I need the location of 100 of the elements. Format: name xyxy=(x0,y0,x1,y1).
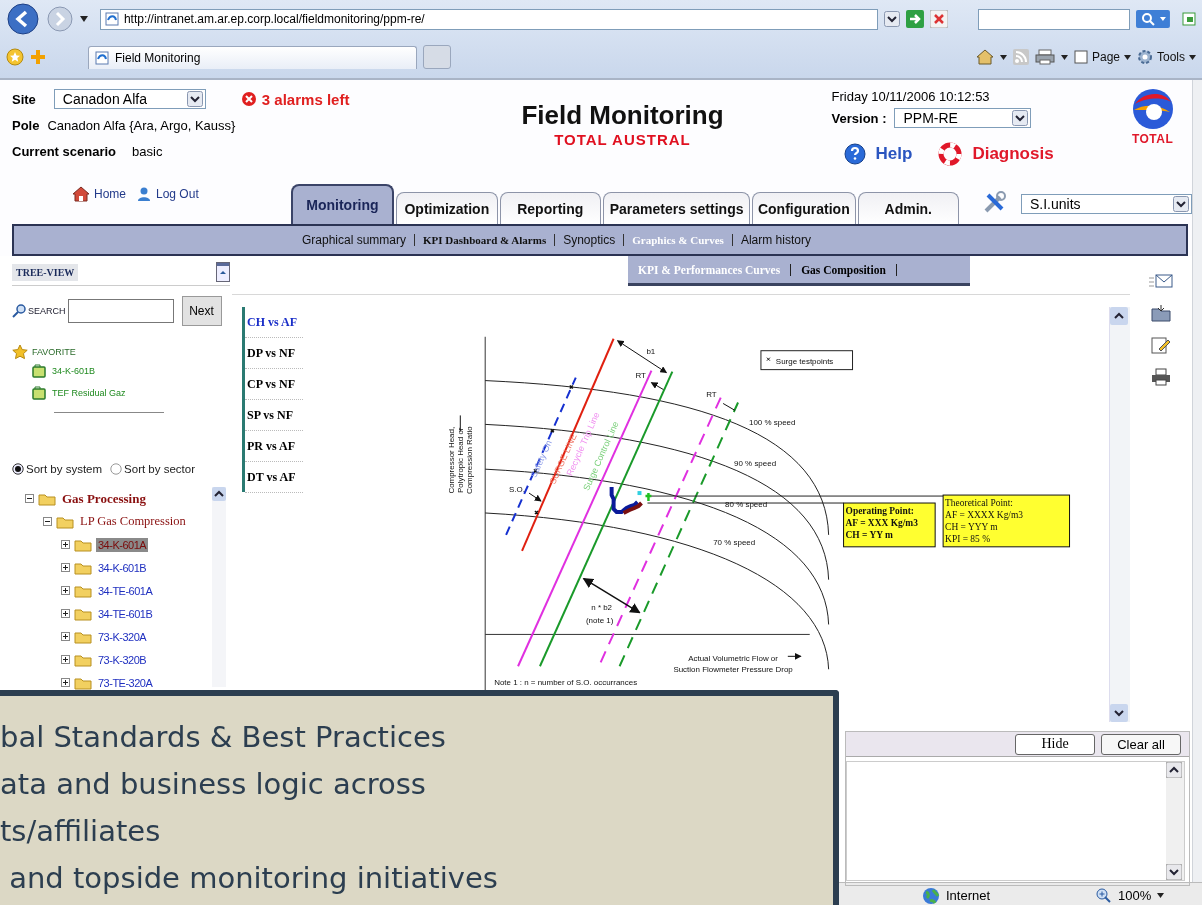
dropdown-icon[interactable] xyxy=(884,11,901,27)
radio-button[interactable]: Sort by sector xyxy=(110,463,195,475)
scrollbar[interactable] xyxy=(1192,80,1202,882)
globe-icon xyxy=(922,886,940,905)
address-field[interactable]: http://intranet.am.ar.ep.corp.local/fieldmonitoring/ppm-re/ xyxy=(99,8,879,30)
alarm-link[interactable]: 3 alarms left xyxy=(241,90,350,108)
callout: Theoretical Point: AF = XXXX Kg/m3 CH = YYY m KPI = 85 % xyxy=(942,494,1070,548)
curve-link[interactable]: CP vs NF xyxy=(245,369,303,400)
folder-icon xyxy=(74,652,92,667)
dimension-label: RT xyxy=(705,390,717,400)
tools-menu[interactable]: Tools xyxy=(1137,49,1196,65)
tree-item[interactable]: LP Gas Compression xyxy=(78,513,188,530)
diagnosis-link[interactable]: Diagnosis xyxy=(938,142,1054,166)
caret-icon[interactable] xyxy=(79,16,88,22)
scrollbar[interactable] xyxy=(1109,307,1130,722)
expand-icon[interactable] xyxy=(61,563,70,572)
tab[interactable]: Reporting xyxy=(499,192,601,224)
zoom-icon xyxy=(1096,887,1113,904)
curve-link[interactable]: CH vs AF xyxy=(245,307,303,338)
collapse-icon[interactable] xyxy=(25,494,34,503)
tree-item[interactable]: 34-TE-601B xyxy=(96,606,155,621)
tab[interactable]: Optimization xyxy=(396,192,498,224)
folder-icon[interactable] xyxy=(1151,304,1171,322)
browser-tab[interactable]: Field Monitoring xyxy=(88,45,417,69)
search-icon[interactable] xyxy=(1136,10,1171,28)
tree-item[interactable]: 34-K-601B xyxy=(96,560,149,575)
page-menu[interactable]: Page xyxy=(1073,50,1131,64)
home-icon[interactable] xyxy=(975,49,994,65)
window-icon[interactable] xyxy=(1182,12,1196,26)
folder-icon xyxy=(74,537,92,552)
error-icon xyxy=(241,92,256,106)
folder-icon xyxy=(32,364,46,378)
scrollbar[interactable] xyxy=(212,487,226,687)
zoom-control[interactable]: 100% xyxy=(1096,887,1165,904)
lifebuoy-icon xyxy=(938,142,963,166)
units-select[interactable]: S.I.units xyxy=(1020,194,1192,214)
dimension-label: (note 1) xyxy=(585,616,614,626)
menu-link[interactable]: Graphical summary xyxy=(294,234,415,246)
tree-item[interactable]: 73-K-320B xyxy=(96,652,149,667)
expand-icon[interactable] xyxy=(61,586,70,595)
favorite-item[interactable]: TEF Residual Gaz xyxy=(32,382,230,404)
search-field[interactable] xyxy=(978,8,1131,30)
submenu-item[interactable]: Gas Composition xyxy=(791,263,897,276)
curve-link[interactable]: PR vs AF xyxy=(245,431,303,462)
dimension-label: RT xyxy=(635,370,646,380)
printer-icon[interactable] xyxy=(1151,368,1171,386)
caret-icon[interactable] xyxy=(1060,54,1068,60)
printer-icon[interactable] xyxy=(1034,49,1055,65)
menu-link[interactable]: Synoptics xyxy=(554,234,624,246)
tab[interactable]: Parameters settings xyxy=(603,192,751,224)
help-link[interactable]: Help xyxy=(843,143,913,165)
slide-text: and topside monitoring initiatives xyxy=(8,860,498,897)
collapse-icon[interactable] xyxy=(43,517,52,526)
help-icon xyxy=(843,143,866,165)
tab[interactable]: Monitoring xyxy=(290,184,395,224)
tree-item[interactable]: 73-TE-320A xyxy=(96,675,155,690)
hide-button[interactable]: Hide xyxy=(1015,733,1095,755)
folder-icon xyxy=(56,514,74,529)
curve-link[interactable]: DT vs AF xyxy=(245,462,303,493)
site-select[interactable]: Canadon Alfa xyxy=(53,89,206,109)
forward-icon[interactable] xyxy=(45,5,74,33)
caret-icon[interactable] xyxy=(999,54,1007,60)
scroll-down-icon xyxy=(1166,864,1182,880)
legend: Surge testpoints xyxy=(760,350,853,371)
tree-item[interactable]: Gas Processing xyxy=(60,489,148,508)
tree-item[interactable]: 73-K-320A xyxy=(96,629,149,644)
go-icon[interactable] xyxy=(906,10,925,28)
tab[interactable]: Configuration xyxy=(752,192,856,224)
person-icon xyxy=(136,186,152,202)
version-select[interactable]: PPM-RE xyxy=(894,108,1032,128)
logout-link[interactable]: Log Out xyxy=(136,186,199,202)
next-button[interactable]: Next xyxy=(181,296,222,326)
logo-text: TOTAL xyxy=(1131,132,1174,146)
menu-link[interactable]: KPI Dashboard & Alarms xyxy=(414,234,555,246)
curve-link[interactable]: DP vs NF xyxy=(245,338,303,369)
folder-icon xyxy=(74,560,92,575)
clear-button[interactable]: Clear all xyxy=(1101,733,1181,755)
menu-link[interactable]: Alarm history xyxy=(731,234,819,246)
app-subtitle: TOTAL AUSTRAL xyxy=(553,131,692,148)
expand-icon[interactable] xyxy=(61,678,70,687)
back-icon[interactable] xyxy=(6,2,40,36)
edit-icon[interactable] xyxy=(1151,336,1171,354)
star-icon xyxy=(12,344,28,360)
stop-icon[interactable] xyxy=(930,10,949,28)
radio-button[interactable]: Sort by system xyxy=(12,463,103,475)
expand-icon[interactable] xyxy=(61,540,70,549)
curve-label: 70 % speed xyxy=(712,537,755,547)
search-field[interactable] xyxy=(67,299,174,323)
tree-item[interactable]: 34-TE-601A xyxy=(96,583,155,598)
expand-icon[interactable] xyxy=(61,632,70,641)
field-value: Canadon Alfa {Ara, Argo, Kauss} xyxy=(47,117,236,133)
favorite-item[interactable]: 34-K-601B xyxy=(32,360,230,382)
mail-icon[interactable] xyxy=(1149,272,1173,290)
tab[interactable]: Admin. xyxy=(857,192,959,224)
home-link[interactable]: Home xyxy=(72,186,126,202)
curve-link[interactable]: SP vs NF xyxy=(245,400,303,431)
tools-icon[interactable] xyxy=(982,190,1007,214)
expand-icon[interactable] xyxy=(61,655,70,664)
expand-icon[interactable] xyxy=(61,609,70,618)
slide-text: ata and business logic across xyxy=(0,766,426,803)
